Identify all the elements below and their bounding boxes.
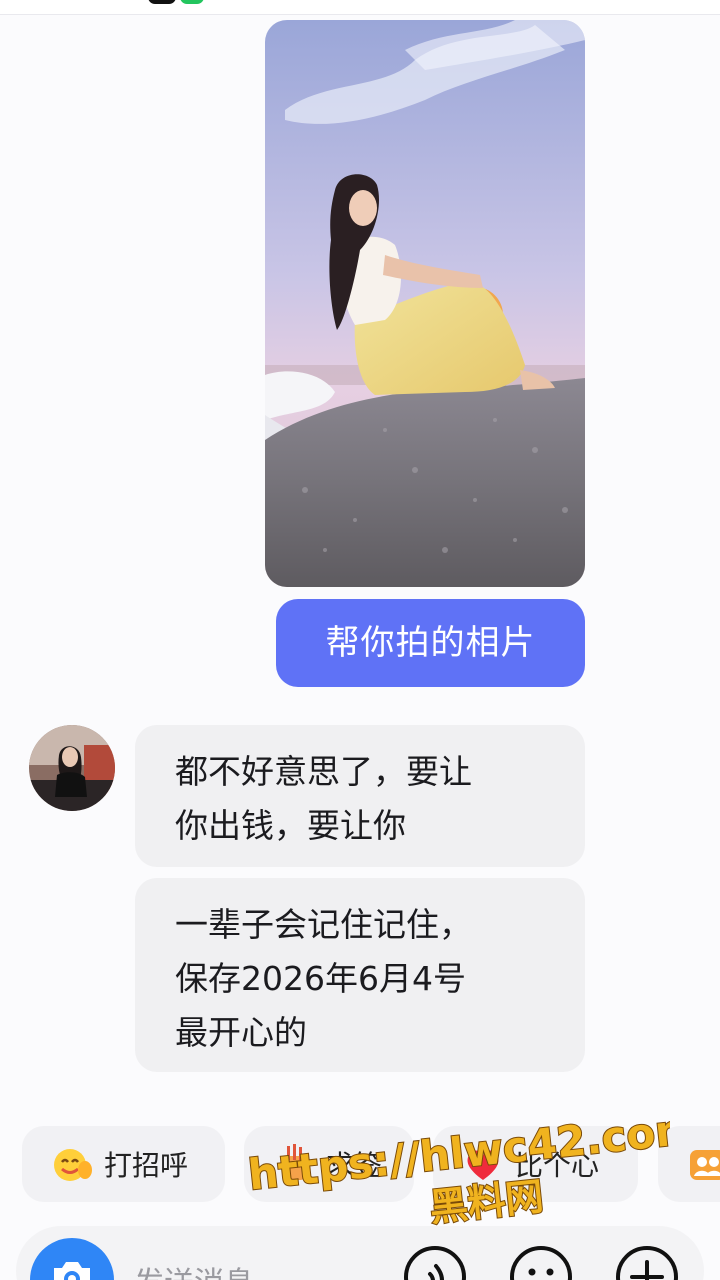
message-text-line: 一辈子会记住记住， <box>175 905 472 944</box>
message-text-line: 保存2026年6月4号 <box>175 959 466 998</box>
status-indicator-green <box>180 0 204 4</box>
message-composer <box>16 1226 704 1280</box>
chat-screen: 帮你拍的相片 都不好意思了，要让 你出钱，要让你 一辈子会记住记住， 保存202… <box>0 0 720 1280</box>
quick-action-group-photo[interactable] <box>658 1126 720 1202</box>
contact-avatar[interactable] <box>29 725 115 811</box>
quick-action-heart[interactable]: 比个心 <box>433 1126 638 1202</box>
quick-action-fortune[interactable]: 求签 <box>244 1126 414 1202</box>
status-bar <box>0 0 720 15</box>
voice-icon[interactable] <box>402 1244 468 1280</box>
quick-action-label: 打招呼 <box>104 1149 189 1182</box>
message-input[interactable]: 发送消息 <box>134 1258 254 1280</box>
heart-icon <box>467 1150 499 1180</box>
message-text-line: 你出钱，要让你 <box>175 806 406 845</box>
received-message-bubble[interactable]: 都不好意思了，要让 你出钱，要让你 <box>135 725 585 867</box>
message-text-line: 最开心的 <box>175 1013 307 1052</box>
beach-photo-image <box>265 20 585 587</box>
avatar-image <box>29 725 115 811</box>
quick-action-label: 比个心 <box>515 1149 600 1182</box>
quick-action-greet[interactable]: 打招呼 <box>22 1126 225 1202</box>
sent-message-bubble[interactable]: 帮你拍的相片 <box>276 599 585 687</box>
emoji-icon[interactable] <box>508 1244 574 1280</box>
plus-icon[interactable] <box>614 1244 680 1280</box>
quick-action-label: 求签 <box>326 1149 383 1182</box>
fortune-icon <box>284 1144 304 1180</box>
group-photo-icon <box>690 1150 720 1180</box>
camera-icon <box>54 1262 90 1280</box>
smile-wave-icon <box>54 1149 92 1181</box>
received-message-bubble[interactable]: 一辈子会记住记住， 保存2026年6月4号 最开心的 <box>135 878 585 1072</box>
photo-message[interactable] <box>265 20 585 587</box>
status-indicator <box>148 0 176 4</box>
message-text-line: 都不好意思了，要让 <box>175 752 472 791</box>
